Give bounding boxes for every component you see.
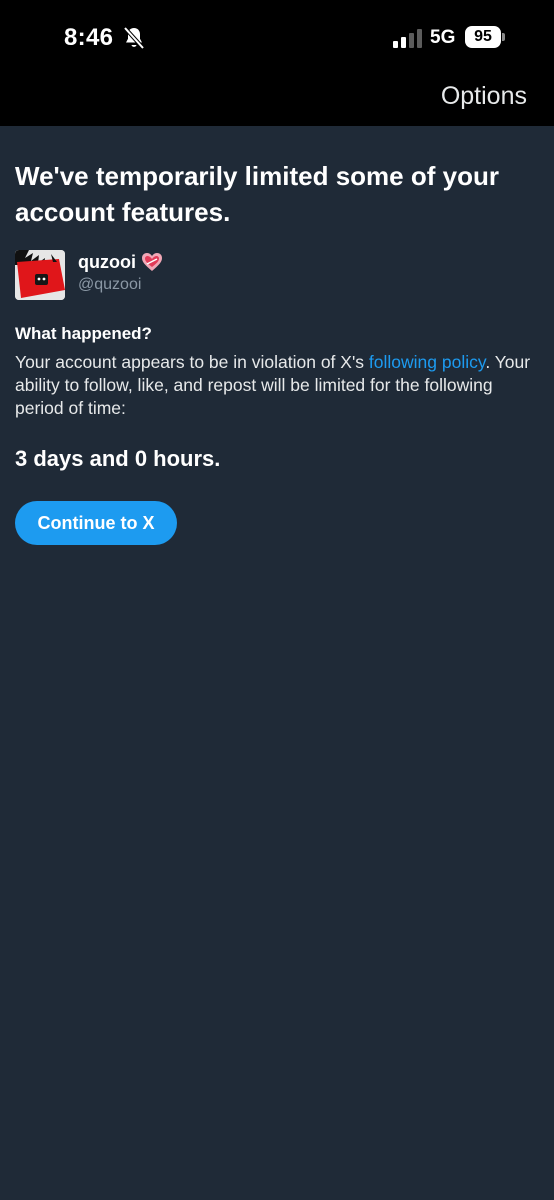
options-button[interactable]: Options (441, 82, 527, 111)
page-title: We've temporarily limited some of your a… (15, 161, 499, 227)
user-handle: @quzooi (78, 276, 142, 293)
user-display-name: quzooi (78, 252, 136, 272)
bell-slash-icon (123, 26, 145, 50)
status-and-header-bar: 8:46 5G 95 Options (0, 0, 554, 126)
restriction-duration: 3 days and 0 hours. (15, 446, 221, 471)
battery-icon: 95 (465, 26, 505, 48)
battery-level: 95 (465, 26, 501, 48)
following-policy-link[interactable]: following policy (369, 352, 485, 372)
explanation-text-part: Your account appears to be in violation … (15, 352, 369, 372)
battery-tip (502, 33, 505, 41)
continue-button[interactable]: Continue to X (15, 501, 177, 545)
avatar-image (15, 250, 65, 300)
section-heading: What happened? (15, 324, 152, 343)
network-type: 5G (430, 27, 456, 48)
status-time: 8:46 (64, 24, 114, 51)
explanation-text: Your account appears to be in violation … (15, 351, 535, 420)
avatar (15, 250, 65, 300)
heart-icon (142, 253, 162, 271)
cellular-signal-icon (393, 29, 422, 48)
